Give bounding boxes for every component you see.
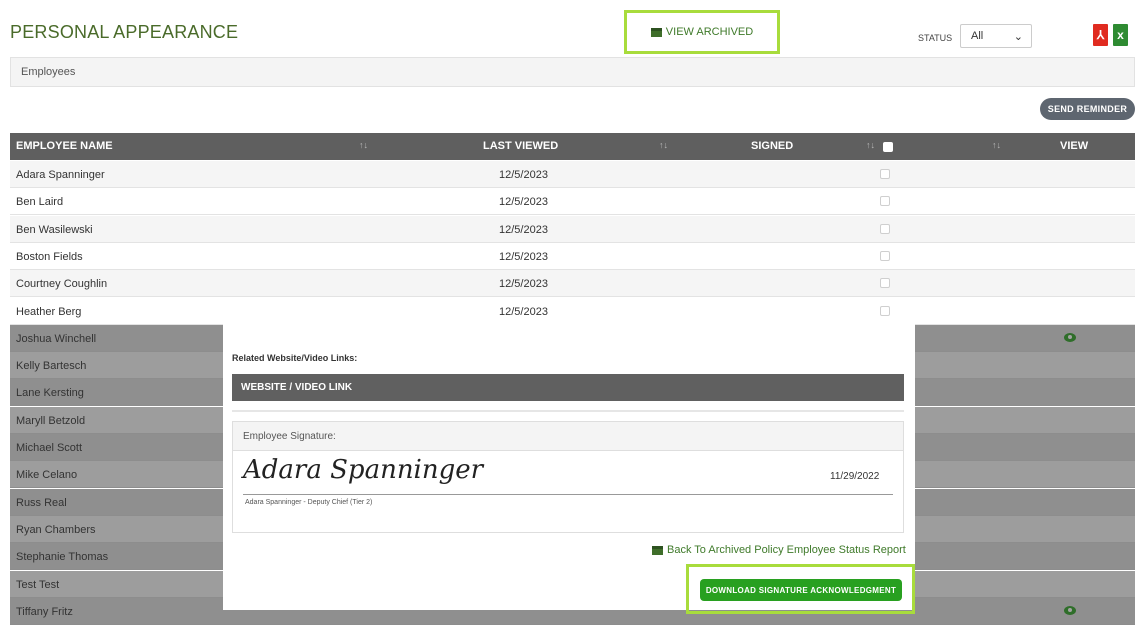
employee-name-cell: Mike Celano xyxy=(16,469,78,482)
archive-box-icon xyxy=(652,545,663,555)
signature-modal: Related Website/Video Links: WEBSITE / V… xyxy=(223,323,915,614)
eye-icon[interactable] xyxy=(1064,332,1076,342)
status-select[interactable]: All ⌄ xyxy=(960,24,1032,48)
signature-panel-header: Employee Signature: xyxy=(233,422,903,451)
signature-image: Adara Spanninger xyxy=(243,455,484,485)
last-viewed-cell: 12/5/2023 xyxy=(499,250,548,263)
table-row[interactable]: Ben Laird 12/5/2023 xyxy=(10,188,1135,216)
employee-name-cell: Courtney Coughlin xyxy=(16,278,108,291)
employee-name-cell: Stephanie Thomas xyxy=(16,551,109,564)
status-label: STATUS xyxy=(918,33,953,43)
employee-name-cell: Russ Real xyxy=(16,496,67,509)
last-viewed-cell: 12/5/2023 xyxy=(499,305,548,318)
col-view[interactable]: VIEW xyxy=(1060,140,1088,152)
employee-name-cell: Ben Wasilewski xyxy=(16,223,93,236)
excel-export-icon[interactable]: x xyxy=(1113,24,1128,46)
signed-checkbox[interactable] xyxy=(880,196,890,207)
view-archived-button[interactable]: VIEW ARCHIVED xyxy=(624,10,780,54)
select-all-checkbox[interactable] xyxy=(883,142,893,152)
chevron-down-icon: ⌄ xyxy=(1013,30,1023,43)
col-signed[interactable]: SIGNED xyxy=(751,140,793,152)
signed-checkbox[interactable] xyxy=(880,223,890,234)
archive-box-icon xyxy=(650,27,662,37)
table-row[interactable]: Boston Fields 12/5/2023 xyxy=(10,242,1135,270)
table-row[interactable]: Adara Spanninger 12/5/2023 xyxy=(10,161,1135,188)
table-header: EMPLOYEE NAME ↑↓ LAST VIEWED ↑↓ SIGNED ↑… xyxy=(10,133,1135,160)
employee-name-cell: Test Test xyxy=(16,578,60,591)
signed-checkbox[interactable] xyxy=(880,278,890,289)
divider xyxy=(232,410,904,412)
col-employee-name[interactable]: EMPLOYEE NAME xyxy=(16,140,113,152)
signature-panel: Employee Signature: Adara Spanninger 11/… xyxy=(232,421,904,533)
employee-name-cell: Maryll Betzold xyxy=(16,414,86,427)
page-title: PERSONAL APPEARANCE xyxy=(10,22,239,42)
table-row[interactable]: Heather Berg 12/5/2023 xyxy=(10,297,1135,325)
signature-date: 11/29/2022 xyxy=(830,471,880,482)
employee-name-cell: Michael Scott xyxy=(16,442,83,454)
sort-icon[interactable]: ↑↓ xyxy=(659,140,668,150)
last-viewed-cell: 12/5/2023 xyxy=(499,223,548,236)
employee-name-cell: Adara Spanninger xyxy=(16,169,105,181)
employee-name-cell: Ryan Chambers xyxy=(16,523,96,536)
signed-checkbox[interactable] xyxy=(880,250,890,261)
pdf-export-icon[interactable]: ⅄ xyxy=(1093,24,1108,46)
employee-name-cell: Ben Laird xyxy=(16,196,64,209)
related-links-label: Related Website/Video Links: xyxy=(232,353,358,363)
signed-checkbox[interactable] xyxy=(880,169,890,179)
filter-bar-label: Employees xyxy=(21,66,76,78)
employees-filter-bar[interactable]: Employees xyxy=(10,57,1135,87)
back-to-report-link[interactable]: Back To Archived Policy Employee Status … xyxy=(652,544,906,556)
employee-name-cell: Heather Berg xyxy=(16,305,82,318)
last-viewed-cell: 12/5/2023 xyxy=(499,278,548,291)
sort-icon[interactable]: ↑↓ xyxy=(992,140,1001,150)
send-reminder-button[interactable]: SEND REMINDER xyxy=(1040,98,1135,120)
signature-line xyxy=(243,494,893,495)
employee-name-cell: Tiffany Fritz xyxy=(16,605,73,618)
signed-checkbox[interactable] xyxy=(880,305,890,316)
last-viewed-cell: 12/5/2023 xyxy=(499,196,548,209)
sort-icon[interactable]: ↑↓ xyxy=(866,140,875,150)
employee-name-cell: Joshua Winchell xyxy=(16,332,97,345)
table-row[interactable]: Ben Wasilewski 12/5/2023 xyxy=(10,215,1135,243)
last-viewed-cell: 12/5/2023 xyxy=(499,169,548,181)
view-archived-label: VIEW ARCHIVED xyxy=(665,26,754,38)
signer-caption: Adara Spanninger - Deputy Chief (Tier 2) xyxy=(245,499,373,506)
employee-name-cell: Boston Fields xyxy=(16,250,83,263)
table-row[interactable]: Courtney Coughlin 12/5/2023 xyxy=(10,270,1135,298)
back-link-label: Back To Archived Policy Employee Status … xyxy=(667,544,906,556)
employee-name-cell: Lane Kersting xyxy=(16,387,84,400)
sort-icon[interactable]: ↑↓ xyxy=(359,140,368,150)
download-acknowledgment-button[interactable]: DOWNLOAD SIGNATURE ACKNOWLEDGMENT xyxy=(700,579,902,601)
status-selected-value: All xyxy=(971,30,984,42)
employee-name-cell: Kelly Bartesch xyxy=(16,360,87,373)
col-last-viewed[interactable]: LAST VIEWED xyxy=(483,140,558,152)
website-link-header: WEBSITE / VIDEO LINK xyxy=(232,374,904,401)
eye-icon[interactable] xyxy=(1064,605,1076,615)
